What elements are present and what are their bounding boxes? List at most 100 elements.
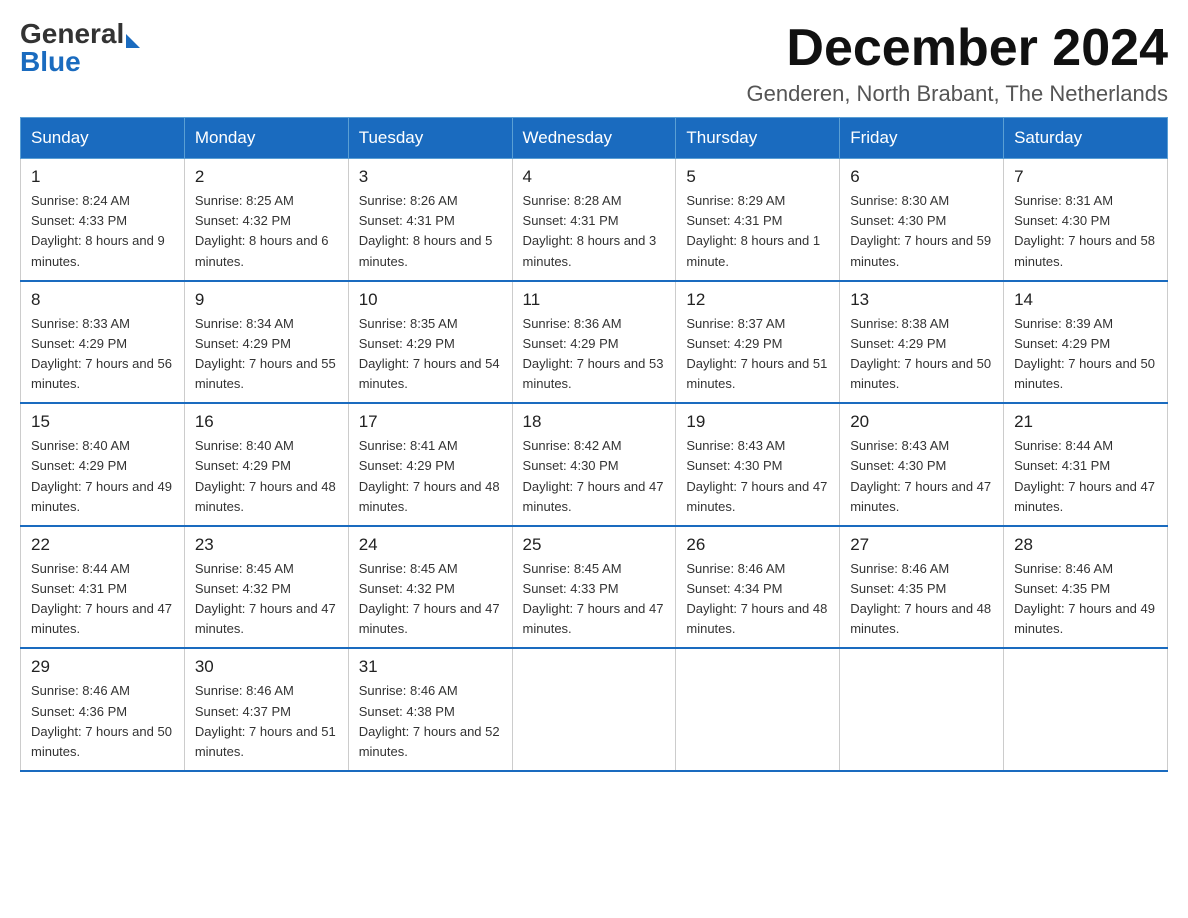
calendar-cell: 18 Sunrise: 8:42 AM Sunset: 4:30 PM Dayl…	[512, 403, 676, 526]
day-info: Sunrise: 8:45 AM Sunset: 4:32 PM Dayligh…	[195, 559, 338, 640]
day-info: Sunrise: 8:34 AM Sunset: 4:29 PM Dayligh…	[195, 314, 338, 395]
day-number: 11	[523, 290, 666, 310]
calendar-cell: 16 Sunrise: 8:40 AM Sunset: 4:29 PM Dayl…	[184, 403, 348, 526]
day-info: Sunrise: 8:26 AM Sunset: 4:31 PM Dayligh…	[359, 191, 502, 272]
calendar-table: SundayMondayTuesdayWednesdayThursdayFrid…	[20, 117, 1168, 772]
title-area: December 2024 Genderen, North Brabant, T…	[746, 20, 1168, 107]
weekday-header-saturday: Saturday	[1004, 118, 1168, 159]
day-info: Sunrise: 8:45 AM Sunset: 4:32 PM Dayligh…	[359, 559, 502, 640]
calendar-cell: 10 Sunrise: 8:35 AM Sunset: 4:29 PM Dayl…	[348, 281, 512, 404]
day-info: Sunrise: 8:43 AM Sunset: 4:30 PM Dayligh…	[850, 436, 993, 517]
weekday-header-thursday: Thursday	[676, 118, 840, 159]
day-number: 28	[1014, 535, 1157, 555]
day-number: 25	[523, 535, 666, 555]
day-info: Sunrise: 8:46 AM Sunset: 4:36 PM Dayligh…	[31, 681, 174, 762]
weekday-header-friday: Friday	[840, 118, 1004, 159]
calendar-cell: 22 Sunrise: 8:44 AM Sunset: 4:31 PM Dayl…	[21, 526, 185, 649]
day-number: 17	[359, 412, 502, 432]
day-number: 22	[31, 535, 174, 555]
day-number: 26	[686, 535, 829, 555]
day-info: Sunrise: 8:28 AM Sunset: 4:31 PM Dayligh…	[523, 191, 666, 272]
calendar-cell: 5 Sunrise: 8:29 AM Sunset: 4:31 PM Dayli…	[676, 159, 840, 281]
calendar-cell: 17 Sunrise: 8:41 AM Sunset: 4:29 PM Dayl…	[348, 403, 512, 526]
calendar-week-row: 8 Sunrise: 8:33 AM Sunset: 4:29 PM Dayli…	[21, 281, 1168, 404]
day-info: Sunrise: 8:35 AM Sunset: 4:29 PM Dayligh…	[359, 314, 502, 395]
logo-arrow-icon	[126, 34, 140, 48]
calendar-cell: 13 Sunrise: 8:38 AM Sunset: 4:29 PM Dayl…	[840, 281, 1004, 404]
day-info: Sunrise: 8:46 AM Sunset: 4:35 PM Dayligh…	[1014, 559, 1157, 640]
page-header: General Blue December 2024 Genderen, Nor…	[20, 20, 1168, 107]
day-info: Sunrise: 8:37 AM Sunset: 4:29 PM Dayligh…	[686, 314, 829, 395]
day-number: 16	[195, 412, 338, 432]
calendar-week-row: 15 Sunrise: 8:40 AM Sunset: 4:29 PM Dayl…	[21, 403, 1168, 526]
day-info: Sunrise: 8:38 AM Sunset: 4:29 PM Dayligh…	[850, 314, 993, 395]
day-number: 19	[686, 412, 829, 432]
day-info: Sunrise: 8:36 AM Sunset: 4:29 PM Dayligh…	[523, 314, 666, 395]
day-number: 29	[31, 657, 174, 677]
day-number: 3	[359, 167, 502, 187]
logo-general-text: General	[20, 20, 124, 48]
calendar-cell: 24 Sunrise: 8:45 AM Sunset: 4:32 PM Dayl…	[348, 526, 512, 649]
day-info: Sunrise: 8:43 AM Sunset: 4:30 PM Dayligh…	[686, 436, 829, 517]
day-number: 7	[1014, 167, 1157, 187]
day-number: 21	[1014, 412, 1157, 432]
calendar-week-row: 22 Sunrise: 8:44 AM Sunset: 4:31 PM Dayl…	[21, 526, 1168, 649]
day-number: 15	[31, 412, 174, 432]
calendar-cell: 1 Sunrise: 8:24 AM Sunset: 4:33 PM Dayli…	[21, 159, 185, 281]
calendar-cell: 30 Sunrise: 8:46 AM Sunset: 4:37 PM Dayl…	[184, 648, 348, 771]
day-number: 27	[850, 535, 993, 555]
day-info: Sunrise: 8:44 AM Sunset: 4:31 PM Dayligh…	[31, 559, 174, 640]
day-info: Sunrise: 8:40 AM Sunset: 4:29 PM Dayligh…	[31, 436, 174, 517]
day-number: 10	[359, 290, 502, 310]
calendar-cell: 21 Sunrise: 8:44 AM Sunset: 4:31 PM Dayl…	[1004, 403, 1168, 526]
day-number: 14	[1014, 290, 1157, 310]
day-info: Sunrise: 8:30 AM Sunset: 4:30 PM Dayligh…	[850, 191, 993, 272]
weekday-header-monday: Monday	[184, 118, 348, 159]
day-number: 18	[523, 412, 666, 432]
day-info: Sunrise: 8:40 AM Sunset: 4:29 PM Dayligh…	[195, 436, 338, 517]
weekday-header-sunday: Sunday	[21, 118, 185, 159]
day-info: Sunrise: 8:41 AM Sunset: 4:29 PM Dayligh…	[359, 436, 502, 517]
day-info: Sunrise: 8:42 AM Sunset: 4:30 PM Dayligh…	[523, 436, 666, 517]
month-year-title: December 2024	[746, 20, 1168, 77]
calendar-cell: 6 Sunrise: 8:30 AM Sunset: 4:30 PM Dayli…	[840, 159, 1004, 281]
location-subtitle: Genderen, North Brabant, The Netherlands	[746, 81, 1168, 107]
day-number: 5	[686, 167, 829, 187]
weekday-header-wednesday: Wednesday	[512, 118, 676, 159]
day-number: 23	[195, 535, 338, 555]
day-number: 24	[359, 535, 502, 555]
day-number: 4	[523, 167, 666, 187]
day-info: Sunrise: 8:46 AM Sunset: 4:37 PM Dayligh…	[195, 681, 338, 762]
calendar-cell: 31 Sunrise: 8:46 AM Sunset: 4:38 PM Dayl…	[348, 648, 512, 771]
calendar-cell	[512, 648, 676, 771]
day-info: Sunrise: 8:46 AM Sunset: 4:35 PM Dayligh…	[850, 559, 993, 640]
day-info: Sunrise: 8:45 AM Sunset: 4:33 PM Dayligh…	[523, 559, 666, 640]
calendar-cell: 15 Sunrise: 8:40 AM Sunset: 4:29 PM Dayl…	[21, 403, 185, 526]
day-info: Sunrise: 8:31 AM Sunset: 4:30 PM Dayligh…	[1014, 191, 1157, 272]
day-info: Sunrise: 8:46 AM Sunset: 4:38 PM Dayligh…	[359, 681, 502, 762]
weekday-header-row: SundayMondayTuesdayWednesdayThursdayFrid…	[21, 118, 1168, 159]
day-info: Sunrise: 8:44 AM Sunset: 4:31 PM Dayligh…	[1014, 436, 1157, 517]
day-number: 9	[195, 290, 338, 310]
calendar-cell: 9 Sunrise: 8:34 AM Sunset: 4:29 PM Dayli…	[184, 281, 348, 404]
day-info: Sunrise: 8:25 AM Sunset: 4:32 PM Dayligh…	[195, 191, 338, 272]
calendar-cell: 14 Sunrise: 8:39 AM Sunset: 4:29 PM Dayl…	[1004, 281, 1168, 404]
calendar-cell: 11 Sunrise: 8:36 AM Sunset: 4:29 PM Dayl…	[512, 281, 676, 404]
calendar-cell: 20 Sunrise: 8:43 AM Sunset: 4:30 PM Dayl…	[840, 403, 1004, 526]
calendar-week-row: 1 Sunrise: 8:24 AM Sunset: 4:33 PM Dayli…	[21, 159, 1168, 281]
calendar-cell: 28 Sunrise: 8:46 AM Sunset: 4:35 PM Dayl…	[1004, 526, 1168, 649]
day-info: Sunrise: 8:24 AM Sunset: 4:33 PM Dayligh…	[31, 191, 174, 272]
calendar-cell: 12 Sunrise: 8:37 AM Sunset: 4:29 PM Dayl…	[676, 281, 840, 404]
calendar-cell: 23 Sunrise: 8:45 AM Sunset: 4:32 PM Dayl…	[184, 526, 348, 649]
calendar-cell: 8 Sunrise: 8:33 AM Sunset: 4:29 PM Dayli…	[21, 281, 185, 404]
logo-blue-text: Blue	[20, 48, 81, 76]
day-number: 6	[850, 167, 993, 187]
day-number: 13	[850, 290, 993, 310]
calendar-cell: 19 Sunrise: 8:43 AM Sunset: 4:30 PM Dayl…	[676, 403, 840, 526]
day-number: 1	[31, 167, 174, 187]
day-number: 8	[31, 290, 174, 310]
day-info: Sunrise: 8:46 AM Sunset: 4:34 PM Dayligh…	[686, 559, 829, 640]
day-number: 31	[359, 657, 502, 677]
logo: General Blue	[20, 20, 140, 76]
day-number: 20	[850, 412, 993, 432]
